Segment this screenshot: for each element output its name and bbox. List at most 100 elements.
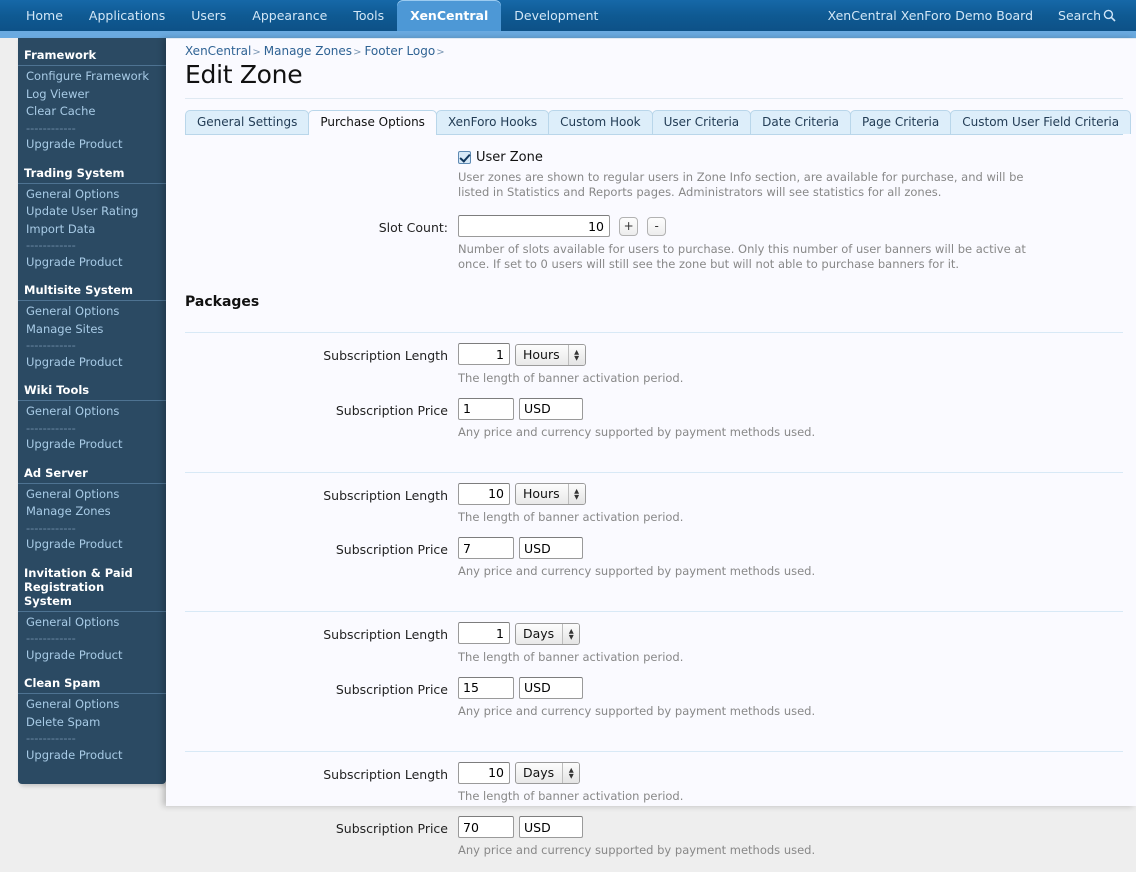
nav-item-tools[interactable]: Tools bbox=[340, 0, 397, 31]
slot-count-field: + - Number of slots available for users … bbox=[458, 215, 1123, 272]
sidebar-item-import-data[interactable]: Import Data bbox=[18, 221, 166, 239]
title-divider bbox=[185, 98, 1123, 99]
subscription-currency-input[interactable] bbox=[519, 398, 583, 420]
sidebar-item-log-viewer[interactable]: Log Viewer bbox=[18, 86, 166, 104]
subscription-length-row: Subscription LengthHoursThe length of ba… bbox=[166, 473, 1136, 526]
tab-purchase-options[interactable]: Purchase Options bbox=[308, 110, 437, 135]
subscription-price-input[interactable] bbox=[458, 677, 514, 699]
subscription-length-label: Subscription Length bbox=[166, 483, 458, 526]
subscription-length-row: Subscription LengthDaysThe length of ban… bbox=[166, 752, 1136, 805]
sidebar-item-upgrade-product[interactable]: Upgrade Product bbox=[18, 536, 166, 554]
subscription-length-unit-select[interactable]: Days bbox=[515, 623, 580, 645]
sidebar-item-configure-framework[interactable]: Configure Framework bbox=[18, 68, 166, 86]
sidebar-item-general-options[interactable]: General Options bbox=[18, 614, 166, 632]
board-name-link[interactable]: XenCentral XenForo Demo Board bbox=[815, 0, 1046, 31]
select-stepper-arrows-icon bbox=[568, 484, 585, 504]
subscription-price-field: Any price and currency supported by paym… bbox=[458, 398, 1136, 440]
sidebar-group: Clean SpamGeneral OptionsDelete Spam----… bbox=[18, 674, 166, 764]
sidebar-item-general-options[interactable]: General Options bbox=[18, 303, 166, 321]
sidebar-group-title: Wiki Tools bbox=[18, 381, 166, 401]
nav-item-home[interactable]: Home bbox=[13, 0, 76, 31]
nav-item-users[interactable]: Users bbox=[178, 0, 239, 31]
subscription-price-field: Any price and currency supported by paym… bbox=[458, 677, 1136, 719]
slot-count-input[interactable] bbox=[458, 215, 610, 237]
sidebar-item-general-options[interactable]: General Options bbox=[18, 403, 166, 421]
subscription-price-label: Subscription Price bbox=[166, 816, 458, 858]
subscription-length-hint: The length of banner activation period. bbox=[458, 650, 1048, 665]
nav-item-development[interactable]: Development bbox=[501, 0, 611, 31]
subscription-length-unit-select[interactable]: Days bbox=[515, 762, 580, 784]
subscription-length-label: Subscription Length bbox=[166, 343, 458, 386]
subscription-currency-input[interactable] bbox=[519, 677, 583, 699]
sidebar-item-clear-cache[interactable]: Clear Cache bbox=[18, 103, 166, 121]
sidebar-item-manage-zones[interactable]: Manage Zones bbox=[18, 503, 166, 521]
nav-item-appearance[interactable]: Appearance bbox=[239, 0, 340, 31]
tab-bar: General SettingsPurchase OptionsXenForo … bbox=[185, 110, 1123, 135]
breadcrumb-item-xencentral[interactable]: XenCentral bbox=[185, 44, 251, 58]
sidebar-item-upgrade-product[interactable]: Upgrade Product bbox=[18, 354, 166, 372]
sidebar-item-upgrade-product[interactable]: Upgrade Product bbox=[18, 254, 166, 272]
sidebar-item-delete-spam[interactable]: Delete Spam bbox=[18, 714, 166, 732]
subscription-length-unit-value: Hours bbox=[516, 345, 568, 365]
sidebar-group-title: Trading System bbox=[18, 164, 166, 184]
chevron-down-icon bbox=[574, 355, 579, 361]
sidebar-item-general-options[interactable]: General Options bbox=[18, 696, 166, 714]
sidebar-item-general-options[interactable]: General Options bbox=[18, 186, 166, 204]
tab-xenforo-hooks[interactable]: XenForo Hooks bbox=[436, 110, 549, 134]
sidebar-item-general-options[interactable]: General Options bbox=[18, 486, 166, 504]
subscription-length-input[interactable] bbox=[458, 622, 510, 644]
user-zone-row-spacer bbox=[166, 148, 458, 200]
sidebar-group: Invitation & Paid Registration SystemGen… bbox=[18, 564, 166, 665]
package-block: Subscription LengthDaysThe length of ban… bbox=[166, 752, 1136, 872]
subscription-price-label: Subscription Price bbox=[166, 677, 458, 719]
sidebar-item-upgrade-product[interactable]: Upgrade Product bbox=[18, 747, 166, 765]
user-zone-label[interactable]: User Zone bbox=[476, 150, 543, 165]
subscription-length-unit-select[interactable]: Hours bbox=[515, 344, 586, 366]
subscription-length-unit-value: Days bbox=[516, 763, 562, 783]
tab-custom-user-field-criteria[interactable]: Custom User Field Criteria bbox=[950, 110, 1131, 134]
subscription-length-field: Days The length of banner activation peri… bbox=[458, 622, 1136, 665]
sidebar-item-manage-sites[interactable]: Manage Sites bbox=[18, 321, 166, 339]
nav-item-xencentral[interactable]: XenCentral bbox=[397, 0, 501, 31]
search-label: Search bbox=[1058, 8, 1101, 23]
slot-count-increment-button[interactable]: + bbox=[619, 217, 638, 236]
breadcrumb-item-footer-logo[interactable]: Footer Logo bbox=[364, 44, 435, 58]
subscription-length-input[interactable] bbox=[458, 483, 510, 505]
subscription-price-input[interactable] bbox=[458, 816, 514, 838]
subscription-price-label: Subscription Price bbox=[166, 398, 458, 440]
sidebar-separator: ------------ bbox=[18, 338, 166, 354]
select-stepper-arrows-icon bbox=[568, 345, 585, 365]
sidebar-navigation: FrameworkConfigure FrameworkLog ViewerCl… bbox=[18, 38, 166, 784]
sidebar-separator: ------------ bbox=[18, 421, 166, 437]
subscription-currency-input[interactable] bbox=[519, 537, 583, 559]
subscription-currency-input[interactable] bbox=[519, 816, 583, 838]
slot-count-label: Slot Count: bbox=[166, 215, 458, 272]
subscription-price-row: Subscription PriceAny price and currency… bbox=[166, 665, 1136, 719]
tab-date-criteria[interactable]: Date Criteria bbox=[750, 110, 851, 134]
tab-page-criteria[interactable]: Page Criteria bbox=[850, 110, 951, 134]
user-zone-checkbox[interactable] bbox=[458, 151, 471, 164]
breadcrumb-item-manage-zones[interactable]: Manage Zones bbox=[264, 44, 352, 58]
tab-general-settings[interactable]: General Settings bbox=[185, 110, 309, 134]
subscription-price-input[interactable] bbox=[458, 398, 514, 420]
subscription-price-hint: Any price and currency supported by paym… bbox=[458, 425, 1048, 440]
subscription-length-input[interactable] bbox=[458, 762, 510, 784]
subscription-length-row: Subscription LengthHoursThe length of ba… bbox=[166, 333, 1136, 386]
sidebar-group: FrameworkConfigure FrameworkLog ViewerCl… bbox=[18, 46, 166, 154]
sidebar-item-upgrade-product[interactable]: Upgrade Product bbox=[18, 436, 166, 454]
page-title: Edit Zone bbox=[185, 60, 302, 89]
slot-count-decrement-button[interactable]: - bbox=[647, 217, 666, 236]
subscription-price-input[interactable] bbox=[458, 537, 514, 559]
tab-user-criteria[interactable]: User Criteria bbox=[652, 110, 752, 134]
search-button[interactable]: Search bbox=[1046, 0, 1128, 31]
nav-item-applications[interactable]: Applications bbox=[76, 0, 178, 31]
tab-custom-hook[interactable]: Custom Hook bbox=[548, 110, 652, 134]
sidebar-item-update-user-rating[interactable]: Update User Rating bbox=[18, 203, 166, 221]
subscription-length-unit-select[interactable]: Hours bbox=[515, 483, 586, 505]
subscription-length-unit-value: Days bbox=[516, 624, 562, 644]
main-content-panel: XenCentral>Manage Zones>Footer Logo> Edi… bbox=[166, 38, 1136, 806]
sidebar-item-upgrade-product[interactable]: Upgrade Product bbox=[18, 647, 166, 665]
sidebar-separator: ------------ bbox=[18, 238, 166, 254]
sidebar-item-upgrade-product[interactable]: Upgrade Product bbox=[18, 136, 166, 154]
subscription-length-input[interactable] bbox=[458, 343, 510, 365]
